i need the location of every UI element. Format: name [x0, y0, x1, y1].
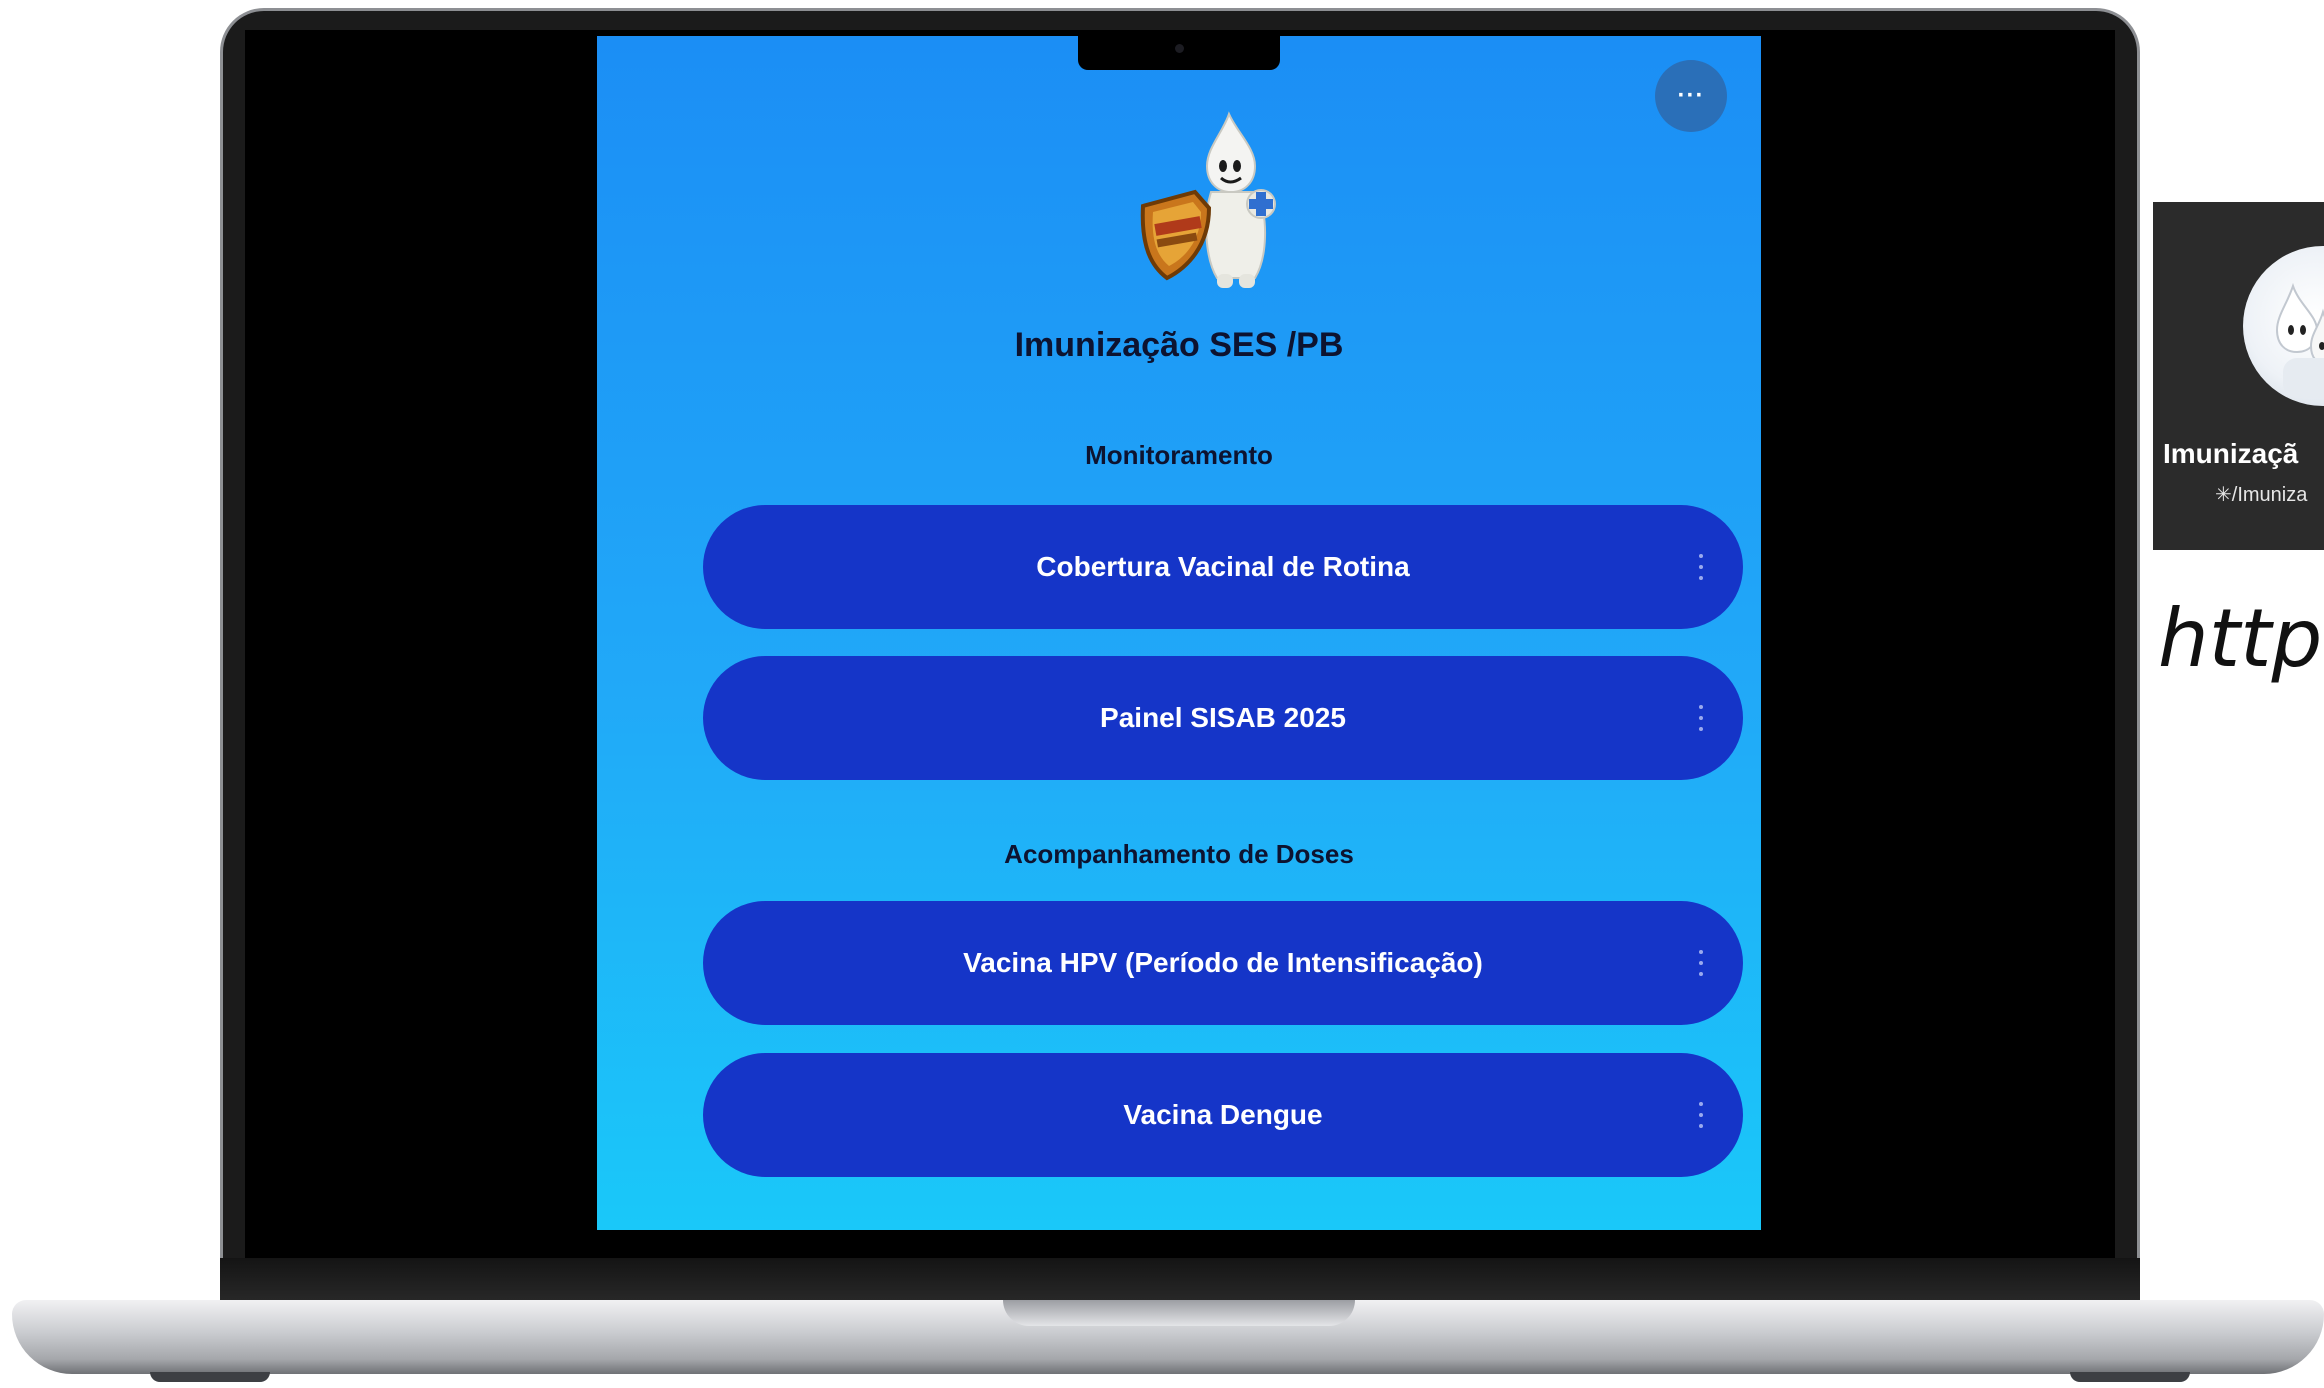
profile-title: Imunização SES /PB — [1014, 326, 1344, 364]
link-button-vacina-dengue[interactable]: Vacina Dengue — [703, 1053, 1743, 1177]
kebab-menu-icon[interactable] — [1697, 950, 1705, 976]
link-button-cobertura-vacinal[interactable]: Cobertura Vacinal de Rotina — [703, 505, 1743, 629]
more-options-button[interactable]: ··· — [1655, 60, 1727, 132]
link-button-painel-sisab[interactable]: Painel SISAB 2025 — [703, 656, 1743, 780]
camera-icon — [1175, 44, 1184, 53]
linktree-page: ··· Imunização SES /PB Monitoramento Cob… — [597, 36, 1761, 1230]
camera-notch — [1078, 36, 1280, 70]
mascot-group-icon — [2275, 282, 2324, 398]
kebab-menu-icon[interactable] — [1697, 1102, 1705, 1128]
kebab-menu-icon[interactable] — [1697, 705, 1705, 731]
link-button-vacina-hpv[interactable]: Vacina HPV (Período de Intensificação) — [703, 901, 1743, 1025]
side-profile-card: Imunizaçã ✳/Imuniza — [2153, 202, 2324, 550]
mascot-zegotinha-icon — [1140, 111, 1276, 288]
avatar — [2243, 246, 2324, 406]
laptop-chin — [220, 1258, 2140, 1306]
link-label: Painel SISAB 2025 — [1100, 702, 1346, 733]
link-label: Vacina HPV (Período de Intensificação) — [963, 947, 1483, 978]
laptop-foot-right — [2070, 1372, 2190, 1382]
side-profile-name: Imunizaçã — [2163, 438, 2299, 469]
section-heading-monitoramento: Monitoramento — [1085, 440, 1273, 470]
laptop-foot-left — [150, 1372, 270, 1382]
link-label: Vacina Dengue — [1123, 1099, 1323, 1130]
kebab-menu-icon[interactable] — [1697, 554, 1705, 580]
side-profile-handle: ✳/Imuniza — [2215, 484, 2308, 506]
laptop-opening-groove — [1003, 1300, 1355, 1326]
section-heading-acompanhamento: Acompanhamento de Doses — [1004, 839, 1354, 869]
more-dots-icon: ··· — [1677, 82, 1705, 109]
side-url-text: http: — [2158, 592, 2324, 685]
link-label: Cobertura Vacinal de Rotina — [1036, 551, 1410, 582]
